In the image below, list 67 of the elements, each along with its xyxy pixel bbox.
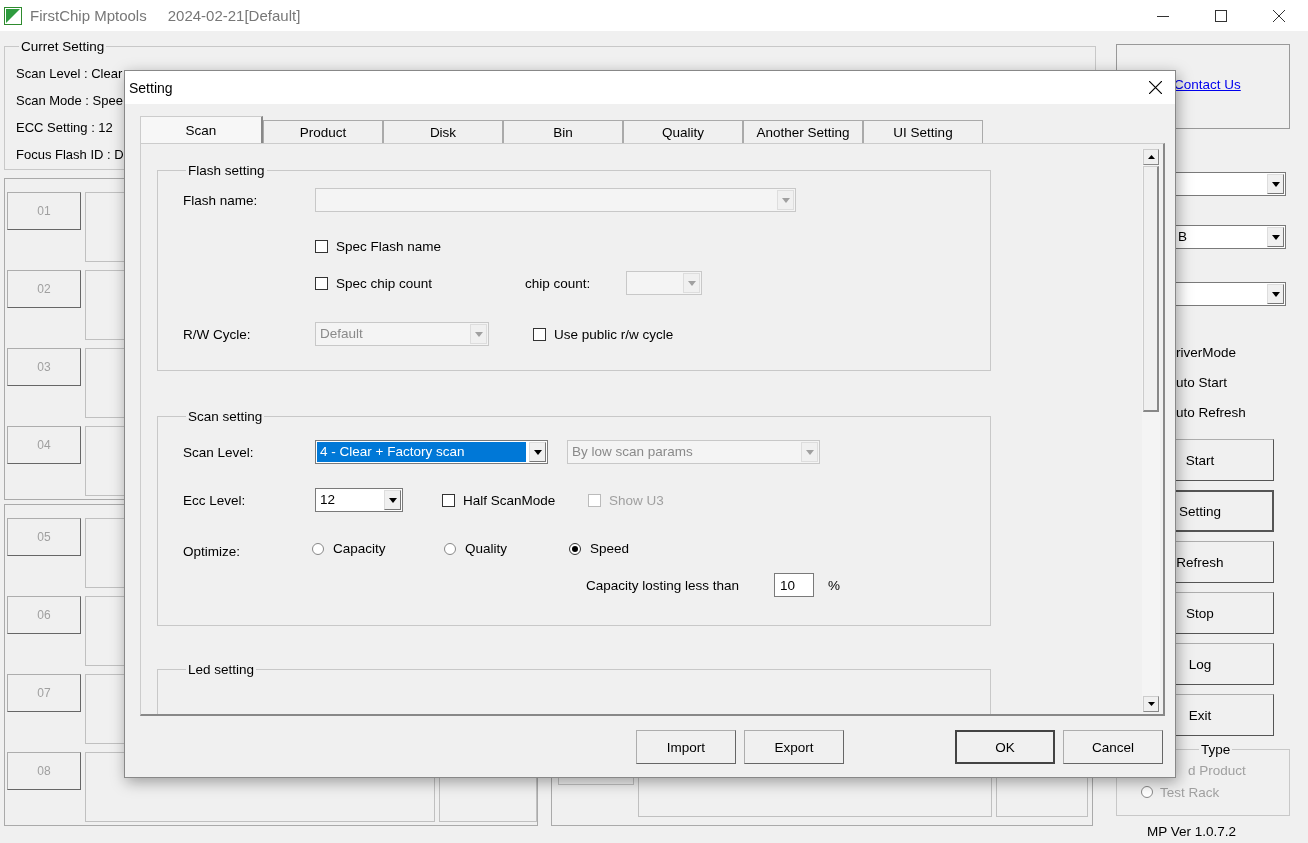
setting-line: Scan Mode : Spee <box>16 92 123 110</box>
tab[interactable]: Bin <box>503 120 623 143</box>
dropdown-arrow-icon <box>687 280 696 286</box>
dropdown[interactable]: 12 <box>315 488 403 512</box>
dialog-button[interactable]: Cancel <box>1063 730 1163 764</box>
scroll-thumb[interactable] <box>1143 166 1159 412</box>
close-icon[interactable] <box>1273 9 1285 22</box>
tab[interactable]: Another Setting <box>743 120 863 143</box>
dialog-title: Setting <box>129 79 173 96</box>
dropdown-arrow-icon <box>533 449 542 455</box>
tab[interactable]: Product <box>263 120 383 143</box>
dialog-button[interactable]: Import <box>636 730 736 764</box>
dropdown-arrow-icon <box>1271 291 1280 297</box>
field-label: Capacity losting less than <box>586 577 741 593</box>
option-label: riverMode <box>1175 344 1238 362</box>
contact-link[interactable]: Contact Us <box>1174 77 1241 92</box>
setting-line: Scan Level : Clear <box>16 65 123 83</box>
radio-label[interactable]: Speed <box>590 541 630 556</box>
tab[interactable]: Scan <box>140 116 263 143</box>
checkbox[interactable]: Spec chip count <box>315 275 433 291</box>
dropdown-arrow-icon <box>1271 234 1280 240</box>
input-field[interactable]: 10 <box>774 573 814 597</box>
checkbox[interactable]: Use public r/w cycle <box>533 326 674 342</box>
radio-label[interactable]: Capacity <box>333 541 386 556</box>
dropdown-arrow-icon <box>474 331 483 337</box>
tab[interactable]: Disk <box>383 120 503 143</box>
scrollbar[interactable] <box>1142 149 1160 712</box>
window-title: FirstChip Mptools <box>30 7 147 24</box>
checkbox[interactable]: Spec Flash name <box>315 239 442 254</box>
tab[interactable]: Quality <box>623 120 743 143</box>
option-label: uto Start <box>1175 374 1229 392</box>
version-label: MP Ver 1.0.7.2 <box>1146 824 1238 840</box>
dialog-button[interactable]: Export <box>744 730 844 764</box>
window-subtitle: 2024-02-21[Default] <box>167 7 301 24</box>
group-title: Scan setting <box>187 409 264 424</box>
radio-button[interactable] <box>569 542 581 555</box>
dropdown-arrow-icon <box>1271 181 1280 187</box>
unit-label: % <box>828 577 840 593</box>
setting-line: ECC Setting : 12 <box>16 119 113 137</box>
checkbox[interactable]: Half ScanMode <box>442 492 556 508</box>
group-title: Curret Setting <box>20 39 106 54</box>
group-title: Led setting <box>187 662 256 677</box>
dropdown-arrow-icon <box>781 197 790 203</box>
dialog-button[interactable]: OK <box>955 730 1055 764</box>
radio-label[interactable]: Quality <box>465 541 508 556</box>
field-label: R/W Cycle: <box>183 326 252 342</box>
radio-button[interactable] <box>444 542 456 555</box>
option-label: uto Refresh <box>1175 404 1247 422</box>
maximize-icon[interactable] <box>1215 9 1227 22</box>
option-label: d Product <box>1187 761 1247 780</box>
tab[interactable]: UI Setting <box>863 120 983 143</box>
app-logo-icon <box>4 6 22 25</box>
field-label: Optimize: <box>183 543 241 559</box>
radio-button[interactable] <box>312 542 324 555</box>
dropdown-arrow-icon <box>388 497 397 503</box>
field-label: Flash name: <box>183 192 259 208</box>
field-label: Scan Level: <box>183 444 255 460</box>
scroll-down-icon[interactable] <box>1147 702 1155 706</box>
setting-line: Focus Flash ID : D <box>16 146 124 164</box>
scroll-up-icon[interactable] <box>1147 155 1155 159</box>
dropdown-arrow-icon <box>805 449 814 455</box>
group-title: Flash setting <box>187 163 266 178</box>
close-icon[interactable] <box>1149 81 1162 94</box>
group-title: Type <box>1200 742 1232 757</box>
field-label: Ecc Level: <box>183 492 247 508</box>
field-label: chip count: <box>525 275 592 291</box>
dropdown[interactable]: 4 - Clear + Factory scan <box>315 440 548 464</box>
